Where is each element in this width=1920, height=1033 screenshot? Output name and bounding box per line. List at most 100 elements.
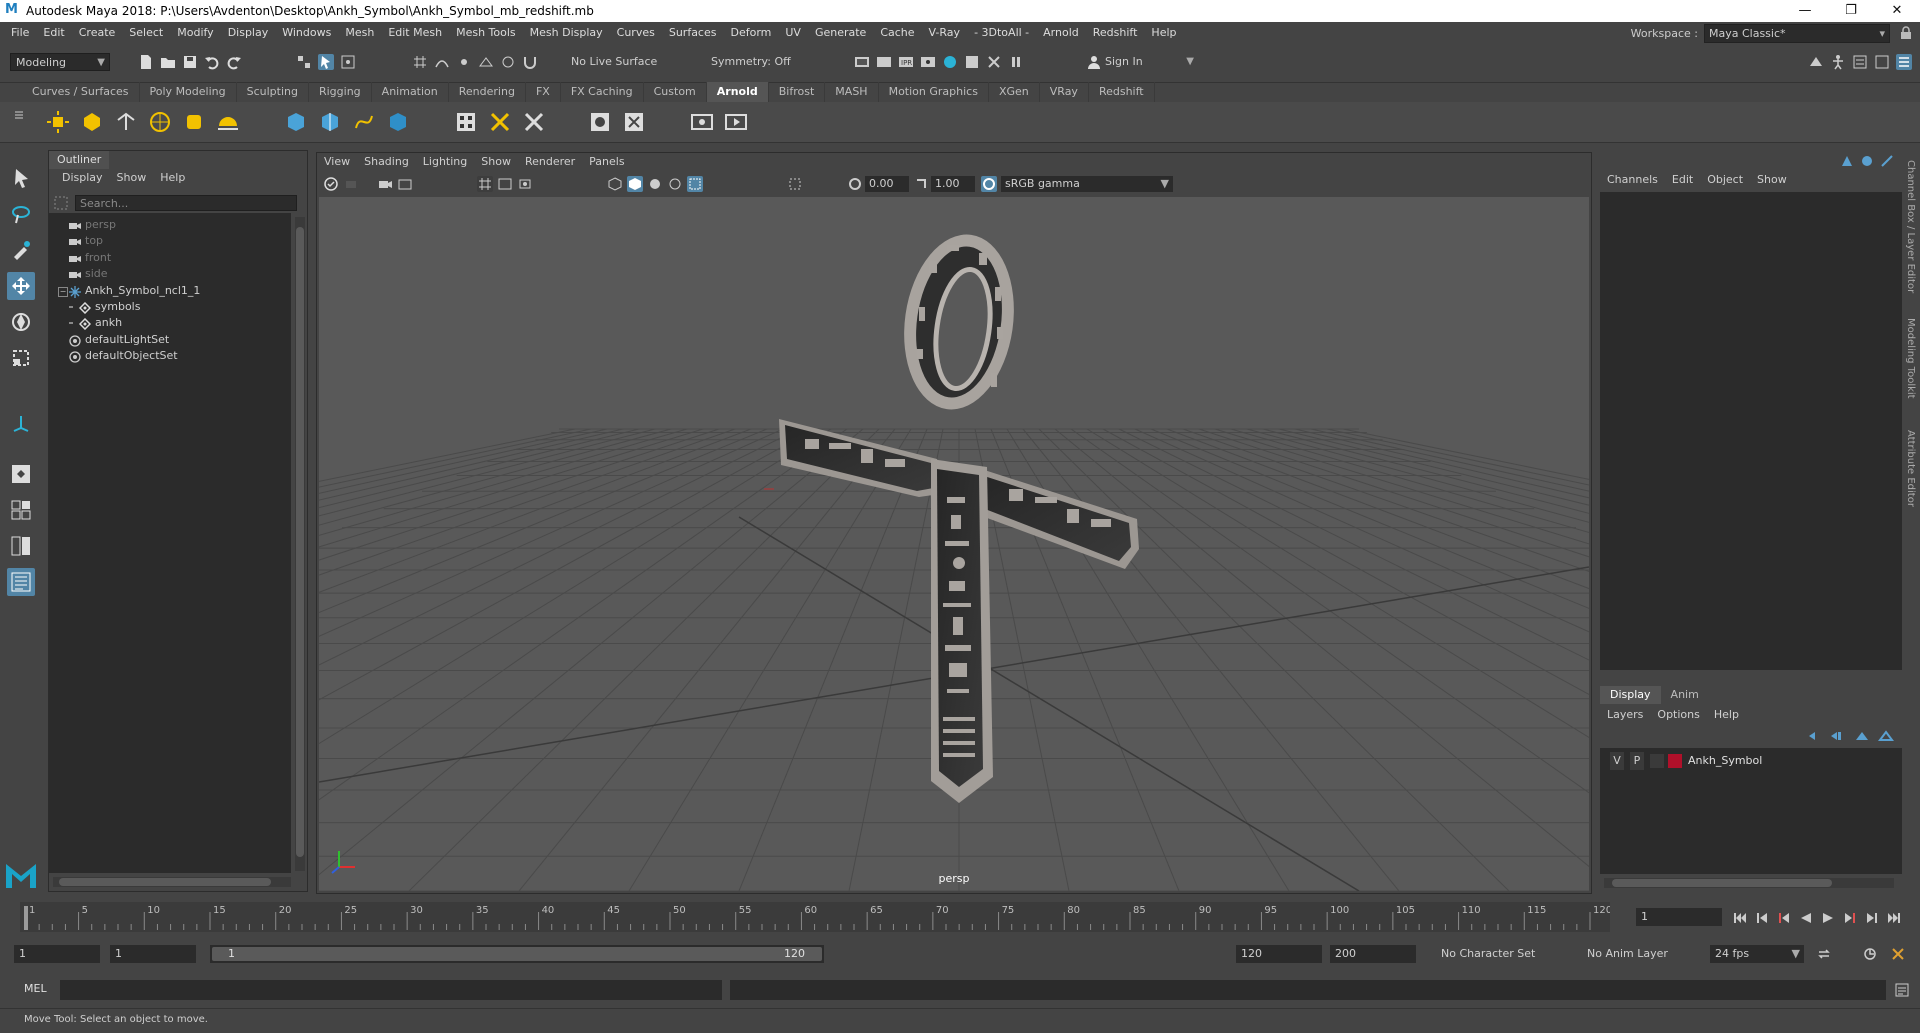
two-pane-layout-icon[interactable] <box>7 532 35 560</box>
toggle-attribute-editor-icon[interactable] <box>1852 54 1868 70</box>
animation-preferences-icon[interactable] <box>1890 946 1906 962</box>
script-editor-icon[interactable] <box>1894 982 1910 998</box>
menu-select[interactable]: Select <box>122 22 170 44</box>
channel-box-menu-show[interactable]: Show <box>1750 170 1794 190</box>
arnold-render-icon[interactable] <box>722 108 750 136</box>
range-slider[interactable]: 1 120 <box>210 945 824 963</box>
viewport-menu-show[interactable]: Show <box>474 153 518 171</box>
step-back-frame-icon[interactable] <box>1754 910 1770 926</box>
minimize-button[interactable]: — <box>1782 0 1828 22</box>
move-tool-icon[interactable] <box>7 272 35 300</box>
lock-icon[interactable] <box>1900 26 1912 40</box>
live-surface-field[interactable]: No Live Surface <box>566 53 662 71</box>
render-settings-icon[interactable] <box>854 54 870 70</box>
play-backward-icon[interactable] <box>1798 910 1814 926</box>
create-volume-icon[interactable] <box>282 108 310 136</box>
menu-edit-mesh[interactable]: Edit Mesh <box>381 22 449 44</box>
wireframe-icon[interactable] <box>607 176 623 192</box>
character-set-dropdown[interactable]: No Character Set <box>1436 945 1546 963</box>
fps-dropdown[interactable]: 24 fps ▼ <box>1710 945 1804 963</box>
side-tab-channel-box-layer-editor[interactable]: Channel Box / Layer Editor <box>1905 160 1916 293</box>
snap-magnet-icon[interactable] <box>522 54 538 70</box>
layer-row[interactable]: V P Ankh_Symbol <box>1600 752 1902 770</box>
new-layer-selected-icon[interactable] <box>1854 728 1870 744</box>
shelf-menu-icon[interactable] <box>14 110 24 123</box>
toggle-tool-settings-icon[interactable] <box>1874 54 1890 70</box>
loop-icon[interactable] <box>1816 946 1832 962</box>
layer-playback-toggle[interactable]: P <box>1630 752 1644 770</box>
snap-live-icon[interactable] <box>500 54 516 70</box>
stand-in-cube-icon[interactable] <box>384 108 412 136</box>
current-time-marker[interactable] <box>24 906 28 930</box>
menu-mesh-display[interactable]: Mesh Display <box>523 22 610 44</box>
playback-end-field[interactable]: 120 <box>1236 945 1322 963</box>
shelf-tab-fx-caching[interactable]: FX Caching <box>561 82 644 102</box>
undo-icon[interactable] <box>204 54 220 70</box>
shelf-tab-fx[interactable]: FX <box>526 82 561 102</box>
menu-mesh-tools[interactable]: Mesh Tools <box>449 22 523 44</box>
image-plane-icon[interactable] <box>397 176 413 192</box>
step-forward-key-icon[interactable] <box>1842 910 1858 926</box>
outliner-layout-icon[interactable] <box>7 568 35 596</box>
move-layer-up-icon[interactable] <box>1806 728 1822 744</box>
outliner-filter-icon[interactable] <box>53 195 69 211</box>
render-frame-icon[interactable] <box>876 54 892 70</box>
material-icon[interactable] <box>586 108 614 136</box>
four-pane-layout-icon[interactable] <box>7 496 35 524</box>
attribute-editor-toggle-icon[interactable] <box>1860 154 1874 168</box>
close-button[interactable]: ✕ <box>1874 0 1920 22</box>
tool-settings-toggle-icon[interactable] <box>1880 154 1894 168</box>
flush-cache-icon[interactable] <box>486 108 514 136</box>
menu-edit[interactable]: Edit <box>36 22 71 44</box>
render-globals-icon[interactable] <box>964 54 980 70</box>
gamma-field[interactable]: 1.00 <box>931 176 975 192</box>
menu-cache[interactable]: Cache <box>873 22 921 44</box>
channel-box-menu-object[interactable]: Object <box>1700 170 1750 190</box>
area-light-icon[interactable] <box>44 108 72 136</box>
layer-color-swatch[interactable] <box>1668 754 1682 768</box>
pause-icon[interactable] <box>1008 54 1024 70</box>
textured-icon[interactable] <box>667 176 683 192</box>
toggle-human-ik-icon[interactable] <box>1830 54 1846 70</box>
shelf-tab-vray[interactable]: VRay <box>1040 82 1089 102</box>
side-tab-attribute-editor[interactable]: Attribute Editor <box>1905 430 1916 507</box>
select-camera-icon[interactable] <box>323 176 339 192</box>
single-pane-layout-icon[interactable] <box>7 460 35 488</box>
menu-v-ray[interactable]: V-Ray <box>922 22 968 44</box>
gamma-icon[interactable] <box>913 176 929 192</box>
current-frame-field[interactable]: 1 <box>1636 908 1722 926</box>
step-forward-frame-icon[interactable] <box>1864 910 1880 926</box>
create-standin-icon[interactable] <box>316 108 344 136</box>
shelf-tab-xgen[interactable]: XGen <box>989 82 1040 102</box>
menu-file[interactable]: File <box>4 22 36 44</box>
menu-deform[interactable]: Deform <box>723 22 778 44</box>
command-language-label[interactable]: MEL <box>24 982 47 995</box>
viewport-menu-lighting[interactable]: Lighting <box>416 153 474 171</box>
select-tool-icon[interactable] <box>7 164 35 192</box>
menu-display[interactable]: Display <box>221 22 276 44</box>
viewport-menu-shading[interactable]: Shading <box>357 153 416 171</box>
film-gate-icon[interactable] <box>497 176 513 192</box>
layer-reference-toggle[interactable] <box>1650 754 1664 768</box>
menu-3dtoall[interactable]: - 3DtoAll - <box>967 22 1036 44</box>
rotate-tool-icon[interactable] <box>7 308 35 336</box>
channel-box-menu-channels[interactable]: Channels <box>1600 170 1665 190</box>
redo-icon[interactable] <box>226 54 242 70</box>
snap-grid-icon[interactable] <box>412 54 428 70</box>
mesh-light-icon[interactable] <box>78 108 106 136</box>
workspace-dropdown[interactable]: Maya Classic* <box>1704 24 1890 43</box>
outliner-menu-show[interactable]: Show <box>110 169 154 187</box>
new-layer-icon[interactable] <box>1878 728 1894 744</box>
mode-dropdown[interactable]: Modeling ▼ <box>10 53 110 71</box>
physical-sky-icon[interactable] <box>214 108 242 136</box>
menu-modify[interactable]: Modify <box>170 22 220 44</box>
shelf-tab-arnold[interactable]: Arnold <box>706 82 769 102</box>
layer-visibility-toggle[interactable]: V <box>1610 752 1624 770</box>
outliner-search-input[interactable]: Search... <box>75 195 297 211</box>
viewport-menu-panels[interactable]: Panels <box>582 153 631 171</box>
outliner-vertical-scrollbar[interactable] <box>295 217 305 871</box>
shelf-tab-custom[interactable]: Custom <box>644 82 707 102</box>
snap-surface-icon[interactable] <box>478 54 494 70</box>
move-layer-down-icon[interactable] <box>1828 728 1844 744</box>
render-view-arnold-icon[interactable] <box>452 108 480 136</box>
